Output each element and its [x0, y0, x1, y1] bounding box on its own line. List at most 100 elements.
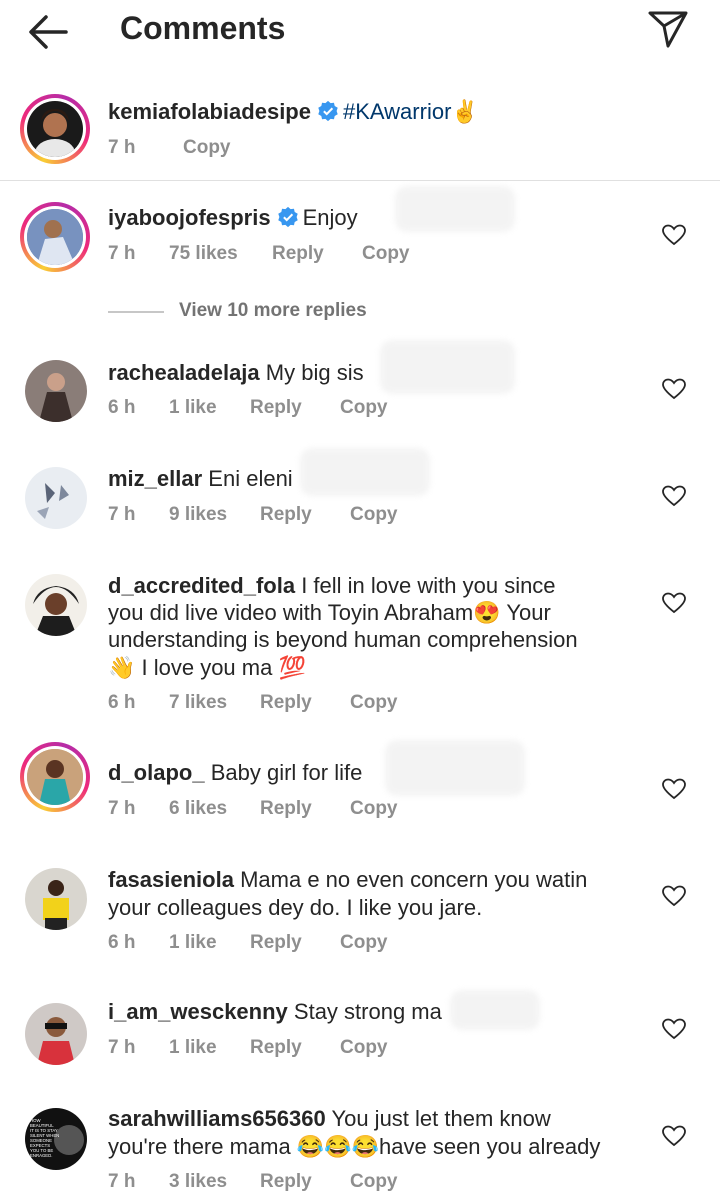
view-more-line [108, 311, 164, 313]
arrow-left-icon[interactable] [26, 12, 68, 52]
comment-meta: 6 h 1 like Reply Copy [108, 397, 528, 421]
comment-text-line: d_olapo_ Baby girl for life [108, 759, 362, 787]
comment-username[interactable]: d_olapo_ [108, 760, 205, 785]
heart-icon[interactable] [662, 778, 686, 800]
avatar-text: ENRAGED. [30, 1153, 52, 1158]
comment-username[interactable]: rachealadelaja [108, 360, 260, 385]
likes-count[interactable]: 7 likes [169, 692, 227, 714]
copy-button[interactable]: Copy [340, 932, 388, 954]
comment-text-line: i_am_wesckenny Stay strong ma [108, 998, 442, 1026]
avatar[interactable] [25, 574, 87, 636]
comment-text-line: d_accredited_fola I fell in love with yo… [108, 572, 556, 600]
caption-meta: 7 h Copy [108, 137, 408, 161]
heart-icon[interactable] [662, 224, 686, 246]
likes-count[interactable]: 1 like [169, 1037, 217, 1059]
comment-text-line: 👋 I love you ma 💯 [108, 655, 306, 680]
view-more-replies-button[interactable]: View 10 more replies [179, 300, 367, 322]
comment-text: Baby girl for life [210, 760, 363, 785]
reply-button[interactable]: Reply [260, 692, 312, 714]
copy-button[interactable]: Copy [183, 137, 231, 159]
comment-time: 6 h [108, 397, 136, 418]
redaction [450, 990, 540, 1030]
copy-button[interactable]: Copy [350, 504, 398, 526]
heart-icon[interactable] [662, 592, 686, 614]
comment-text-line: your colleagues dey do. I like you jare. [108, 895, 483, 920]
reply-button[interactable]: Reply [250, 932, 302, 954]
comment-time: 7 h [108, 1037, 136, 1058]
caption-username[interactable]: kemiafolabiadesipe [108, 99, 311, 124]
reply-button[interactable]: Reply [260, 504, 312, 526]
likes-count[interactable]: 75 likes [169, 243, 238, 265]
comment-time: 7 h [108, 798, 136, 819]
redaction [385, 740, 525, 796]
top-bar: Comments [0, 0, 720, 60]
comment-text: I fell in love with you since [301, 573, 556, 598]
redaction [300, 448, 430, 496]
heart-icon[interactable] [662, 378, 686, 400]
caption-text-line: kemiafolabiadesipe #KAwarrior✌️ [108, 98, 479, 126]
avatar[interactable]: HOW BEAUTIFUL IT IS TO STAY SILENT WHEN … [25, 1108, 87, 1170]
likes-count[interactable]: 9 likes [169, 504, 227, 526]
reply-button[interactable]: Reply [260, 1171, 312, 1193]
comment-meta: 7 h 3 likes Reply Copy [108, 1171, 528, 1195]
comment-username[interactable]: d_accredited_fola [108, 573, 295, 598]
avatar[interactable] [20, 94, 90, 164]
comment-meta: 7 h 9 likes Reply Copy [108, 504, 528, 528]
avatar[interactable] [25, 868, 87, 930]
comment-text: Stay strong ma [293, 999, 442, 1024]
copy-button[interactable]: Copy [350, 798, 398, 820]
comment-time: 7 h [108, 1171, 136, 1192]
comment-meta: 7 h 1 like Reply Copy [108, 1037, 528, 1061]
caption-hashtag[interactable]: #KAwarrior✌️ [343, 99, 479, 124]
comment-username[interactable]: i_am_wesckenny [108, 999, 288, 1024]
comment-time: 6 h [108, 932, 136, 953]
comment-time: 7 h [108, 504, 136, 525]
comment-meta: 7 h 75 likes Reply Copy [108, 243, 528, 267]
redaction [380, 340, 515, 394]
heart-icon[interactable] [662, 1018, 686, 1040]
comment-text-line: you did live video with Toyin Abraham😍 Y… [108, 600, 551, 625]
comment-meta: 7 h 6 likes Reply Copy [108, 798, 528, 822]
copy-button[interactable]: Copy [340, 397, 388, 419]
comment-text: You just let them know [331, 1106, 551, 1131]
comment-meta: 6 h 7 likes Reply Copy [108, 692, 528, 716]
comment-text: My big sis [265, 360, 364, 385]
divider [0, 180, 720, 181]
comment-text-line: understanding is beyond human comprehens… [108, 627, 578, 652]
copy-button[interactable]: Copy [362, 243, 410, 265]
heart-icon[interactable] [662, 1125, 686, 1147]
comment-text: Eni eleni [208, 466, 293, 491]
likes-count[interactable]: 3 likes [169, 1171, 227, 1193]
paper-plane-icon[interactable] [646, 8, 690, 50]
likes-count[interactable]: 6 likes [169, 798, 227, 820]
likes-count[interactable]: 1 like [169, 932, 217, 954]
avatar[interactable] [25, 467, 87, 529]
comment-text-line: you're there mama 😂😂😂have seen you alrea… [108, 1134, 601, 1159]
comment-text-line: fasasieniola Mama e no even concern you … [108, 866, 587, 894]
comment-time: 7 h [108, 243, 136, 264]
comment-time: 7 h [108, 137, 136, 158]
comment-username[interactable]: iyaboojofespris [108, 205, 271, 230]
avatar[interactable] [25, 360, 87, 422]
reply-button[interactable]: Reply [250, 1037, 302, 1059]
comment-username[interactable]: sarahwilliams656360 [108, 1106, 326, 1131]
avatar[interactable] [25, 1003, 87, 1065]
verified-badge-icon [277, 206, 298, 228]
avatar[interactable] [20, 202, 90, 272]
heart-icon[interactable] [662, 885, 686, 907]
copy-button[interactable]: Copy [350, 1171, 398, 1193]
redaction [395, 186, 515, 232]
likes-count[interactable]: 1 like [169, 397, 217, 419]
avatar[interactable] [20, 742, 90, 812]
heart-icon[interactable] [662, 485, 686, 507]
comment-username[interactable]: fasasieniola [108, 867, 234, 892]
reply-button[interactable]: Reply [250, 397, 302, 419]
copy-button[interactable]: Copy [350, 692, 398, 714]
reply-button[interactable]: Reply [272, 243, 324, 265]
comment-text-line: miz_ellar Eni eleni [108, 465, 293, 493]
comment-username[interactable]: miz_ellar [108, 466, 202, 491]
reply-button[interactable]: Reply [260, 798, 312, 820]
copy-button[interactable]: Copy [340, 1037, 388, 1059]
comment-text-line: sarahwilliams656360 You just let them kn… [108, 1105, 551, 1133]
comment-text: Mama e no even concern you watin [240, 867, 588, 892]
